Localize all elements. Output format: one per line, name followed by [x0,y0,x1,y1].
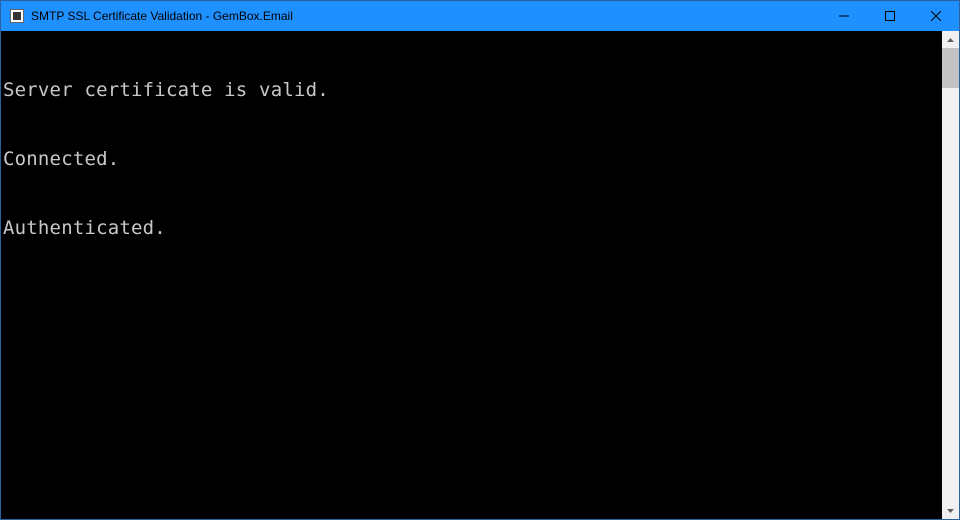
chevron-up-icon [947,38,954,42]
scroll-track[interactable] [942,48,959,502]
console-line: Connected. [3,148,942,171]
scroll-up-button[interactable] [942,31,959,48]
scroll-thumb[interactable] [942,48,959,88]
chevron-down-icon [947,509,954,513]
window-title: SMTP SSL Certificate Validation - GemBox… [31,1,293,31]
console-line: Server certificate is valid. [3,79,942,102]
titlebar[interactable]: SMTP SSL Certificate Validation - GemBox… [1,1,959,31]
close-button[interactable] [913,1,959,31]
client-area: Server certificate is valid. Connected. … [1,31,959,519]
scroll-down-button[interactable] [942,502,959,519]
maximize-button[interactable] [867,1,913,31]
app-window: SMTP SSL Certificate Validation - GemBox… [0,0,960,520]
console-output[interactable]: Server certificate is valid. Connected. … [1,31,942,519]
vertical-scrollbar[interactable] [942,31,959,519]
minimize-button[interactable] [821,1,867,31]
window-controls [821,1,959,31]
console-line: Authenticated. [3,217,942,240]
app-icon [9,8,25,24]
